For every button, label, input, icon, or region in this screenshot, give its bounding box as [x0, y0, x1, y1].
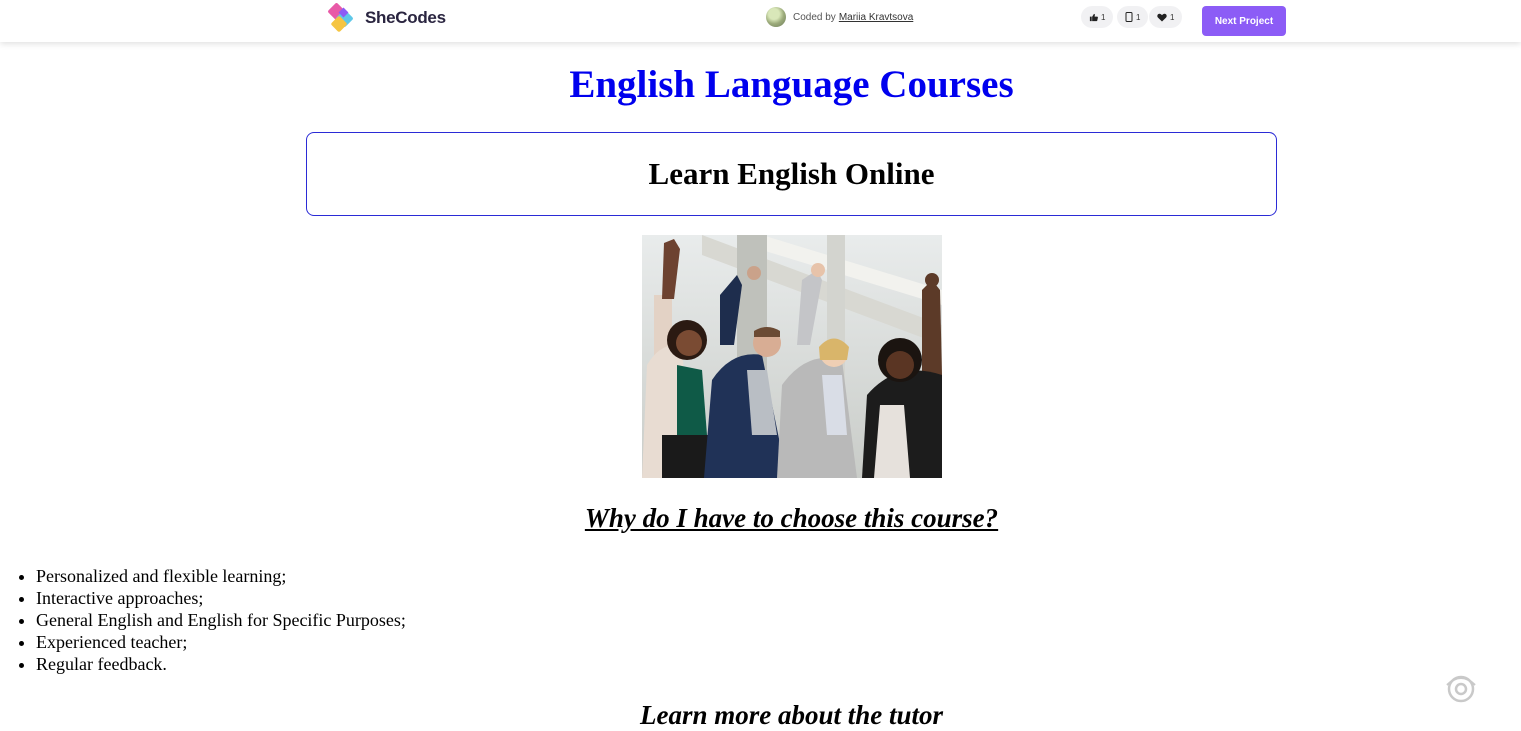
eye-icon [1125, 12, 1133, 22]
celebrating-team-illustration [642, 235, 942, 478]
page-title: English Language Courses [0, 62, 1521, 107]
list-item: General English and English for Specific… [36, 609, 406, 631]
list-item: Regular feedback. [36, 653, 406, 675]
list-item: Interactive approaches; [36, 587, 406, 609]
hearts-count: 1 [1170, 13, 1174, 22]
list-item: Personalized and flexible learning; [36, 565, 406, 587]
views-count: 1 [1136, 13, 1140, 22]
shecodes-logo-icon [327, 1, 363, 35]
author-avatar[interactable] [766, 7, 786, 27]
views-button[interactable]: 1 [1117, 6, 1148, 28]
likes-count: 1 [1101, 13, 1105, 22]
list-item: Experienced teacher; [36, 631, 406, 653]
shecodes-logo[interactable]: SheCodes [327, 1, 446, 35]
benefits-list: Personalized and flexible learning; Inte… [0, 565, 406, 675]
tutor-heading: Learn more about the tutor [0, 700, 1521, 731]
subtitle-box: Learn English Online [306, 132, 1277, 216]
coded-by: Coded by Mariia Kravtsova [766, 7, 913, 27]
author-link[interactable]: Mariia Kravtsova [839, 12, 913, 23]
heart-button[interactable]: 1 [1149, 6, 1182, 28]
hero-image [642, 235, 942, 478]
subtitle: Learn English Online [649, 156, 935, 192]
coded-by-label: Coded by [793, 12, 836, 23]
thumbs-up-icon [1089, 13, 1098, 22]
like-button[interactable]: 1 [1081, 6, 1113, 28]
brand-name: SheCodes [365, 8, 446, 28]
why-heading: Why do I have to choose this course? [0, 503, 1521, 534]
screenshot-tool-watermark [1407, 673, 1515, 721]
next-project-button[interactable]: Next Project [1202, 6, 1286, 36]
top-nav-bar: SheCodes Coded by Mariia Kravtsova 1 1 1… [0, 0, 1521, 42]
heart-icon [1157, 13, 1167, 22]
